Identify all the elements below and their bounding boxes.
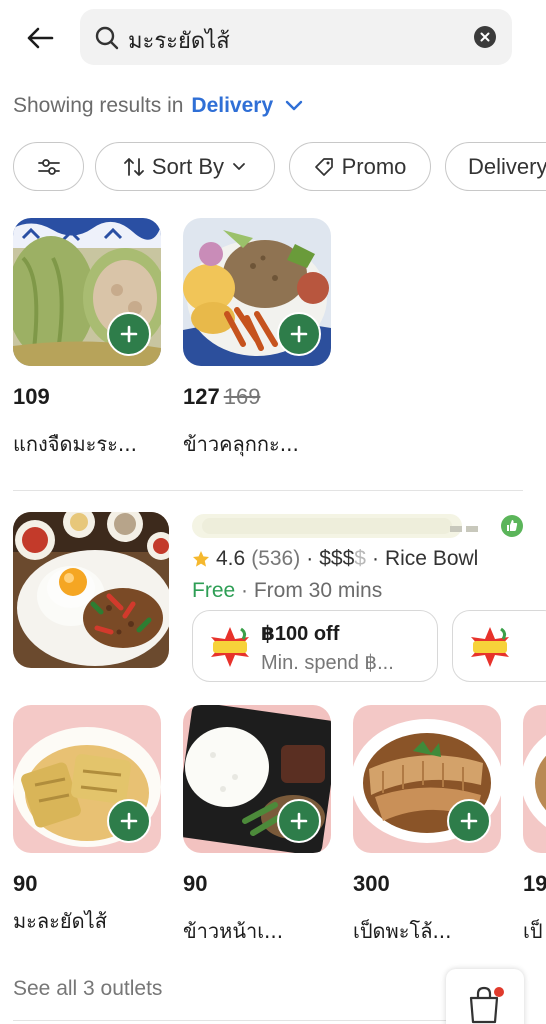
dish-name: มะละยัดไส้ <box>13 909 107 933</box>
clear-search-button[interactable] <box>474 26 496 48</box>
outlet-name-redacted[interactable] <box>192 508 492 542</box>
cart-button[interactable] <box>446 969 524 1024</box>
shopping-bag-icon <box>469 986 504 1024</box>
promo-subtitle: Min. spend ฿... <box>261 652 394 674</box>
delivery-eta: From 30 mins <box>253 579 383 602</box>
tag-icon <box>314 157 333 176</box>
dish-name: ข้าวหน้าเ... <box>183 919 284 943</box>
back-button[interactable] <box>22 22 58 54</box>
star-icon <box>193 551 209 567</box>
top-bar: มะระยัดไส้ <box>0 0 546 76</box>
plus-icon <box>460 812 478 830</box>
price-value: 109 <box>13 384 50 409</box>
sort-arrows-icon <box>124 157 144 176</box>
add-to-cart-button[interactable] <box>277 799 321 843</box>
sliders-icon <box>37 158 60 175</box>
delivery-fee: Free <box>192 579 236 602</box>
results-prefix: Showing results in <box>13 94 184 117</box>
dish-card[interactable]: 19 เป็ <box>523 705 546 945</box>
dish-image <box>523 705 546 853</box>
dish-name: ข้าวคลุกกะ... <box>183 432 299 456</box>
delivery-chip[interactable]: Delivery <box>445 142 546 191</box>
dish-price: 300 <box>353 871 390 896</box>
price-level-active: $$$ <box>319 547 355 570</box>
promo-label: Promo <box>341 153 407 179</box>
dish-price: 127 169 <box>183 384 260 410</box>
promo-card[interactable]: ฿100 off Min. spend ฿... <box>192 610 438 682</box>
promo-badge <box>467 625 513 669</box>
rating-value: 4.6 <box>216 547 246 570</box>
plus-icon <box>120 812 138 830</box>
delivery-mode-label: Delivery <box>191 94 274 117</box>
add-to-cart-button[interactable] <box>107 799 151 843</box>
close-icon <box>480 32 490 42</box>
search-input[interactable]: มะระยัดไส้ <box>80 9 512 65</box>
outlet-image[interactable] <box>13 512 169 668</box>
review-count: (536) <box>251 547 301 570</box>
promo-badge <box>207 625 253 669</box>
price-value: 127 <box>183 384 220 409</box>
plus-icon <box>290 325 308 343</box>
chevron-down-icon <box>233 162 245 170</box>
dish-price: 19 <box>523 871 546 896</box>
dish-price: 90 <box>13 871 38 896</box>
promo-title: ฿100 off <box>261 623 340 645</box>
add-to-cart-button[interactable] <box>447 799 491 843</box>
promo-chip[interactable]: Promo <box>289 142 431 191</box>
price-level-inactive: $ <box>354 547 366 570</box>
results-mode-line: Showing results in Delivery <box>13 94 303 118</box>
promo-card[interactable] <box>452 610 546 682</box>
dish-name: เป็ <box>523 919 543 943</box>
outlet-meta: 4.6 (536) · $$$$ · Rice Bowl <box>192 547 478 571</box>
search-query[interactable]: มะระยัดไส้ <box>128 23 230 58</box>
arrow-left-icon <box>27 27 54 49</box>
original-price: 169 <box>223 384 261 409</box>
sort-by-chip[interactable]: Sort By <box>95 142 275 191</box>
delivery-info: Free · From 30 mins <box>192 579 382 603</box>
plus-icon <box>290 812 308 830</box>
add-to-cart-button[interactable] <box>107 312 151 356</box>
delivery-label: Delivery <box>468 153 546 179</box>
dish-name: แกงจืดมะระ... <box>13 432 137 456</box>
sort-by-label: Sort By <box>151 153 225 179</box>
price-level: $$$$ <box>319 547 366 571</box>
section-divider <box>13 490 523 491</box>
see-all-outlets-link[interactable]: See all 3 outlets <box>13 977 162 1001</box>
separator-dot: · <box>371 547 379 570</box>
plus-icon <box>120 325 138 343</box>
filter-chips: Sort By Promo Delivery <box>13 142 546 192</box>
filter-settings-chip[interactable] <box>13 142 84 191</box>
separator-dot: · <box>306 547 314 570</box>
dish-price: 109 <box>13 384 50 410</box>
separator-dot: · <box>241 579 254 602</box>
search-icon <box>95 26 119 50</box>
dish-name: เป็ดพะโล้... <box>353 919 452 943</box>
delivery-mode-selector[interactable]: Delivery <box>191 94 303 118</box>
outlet-category: Rice Bowl <box>384 547 479 570</box>
thumbs-up-icon <box>501 515 523 537</box>
add-to-cart-button[interactable] <box>277 312 321 356</box>
dish-price: 90 <box>183 871 208 896</box>
chevron-down-icon <box>285 100 303 111</box>
